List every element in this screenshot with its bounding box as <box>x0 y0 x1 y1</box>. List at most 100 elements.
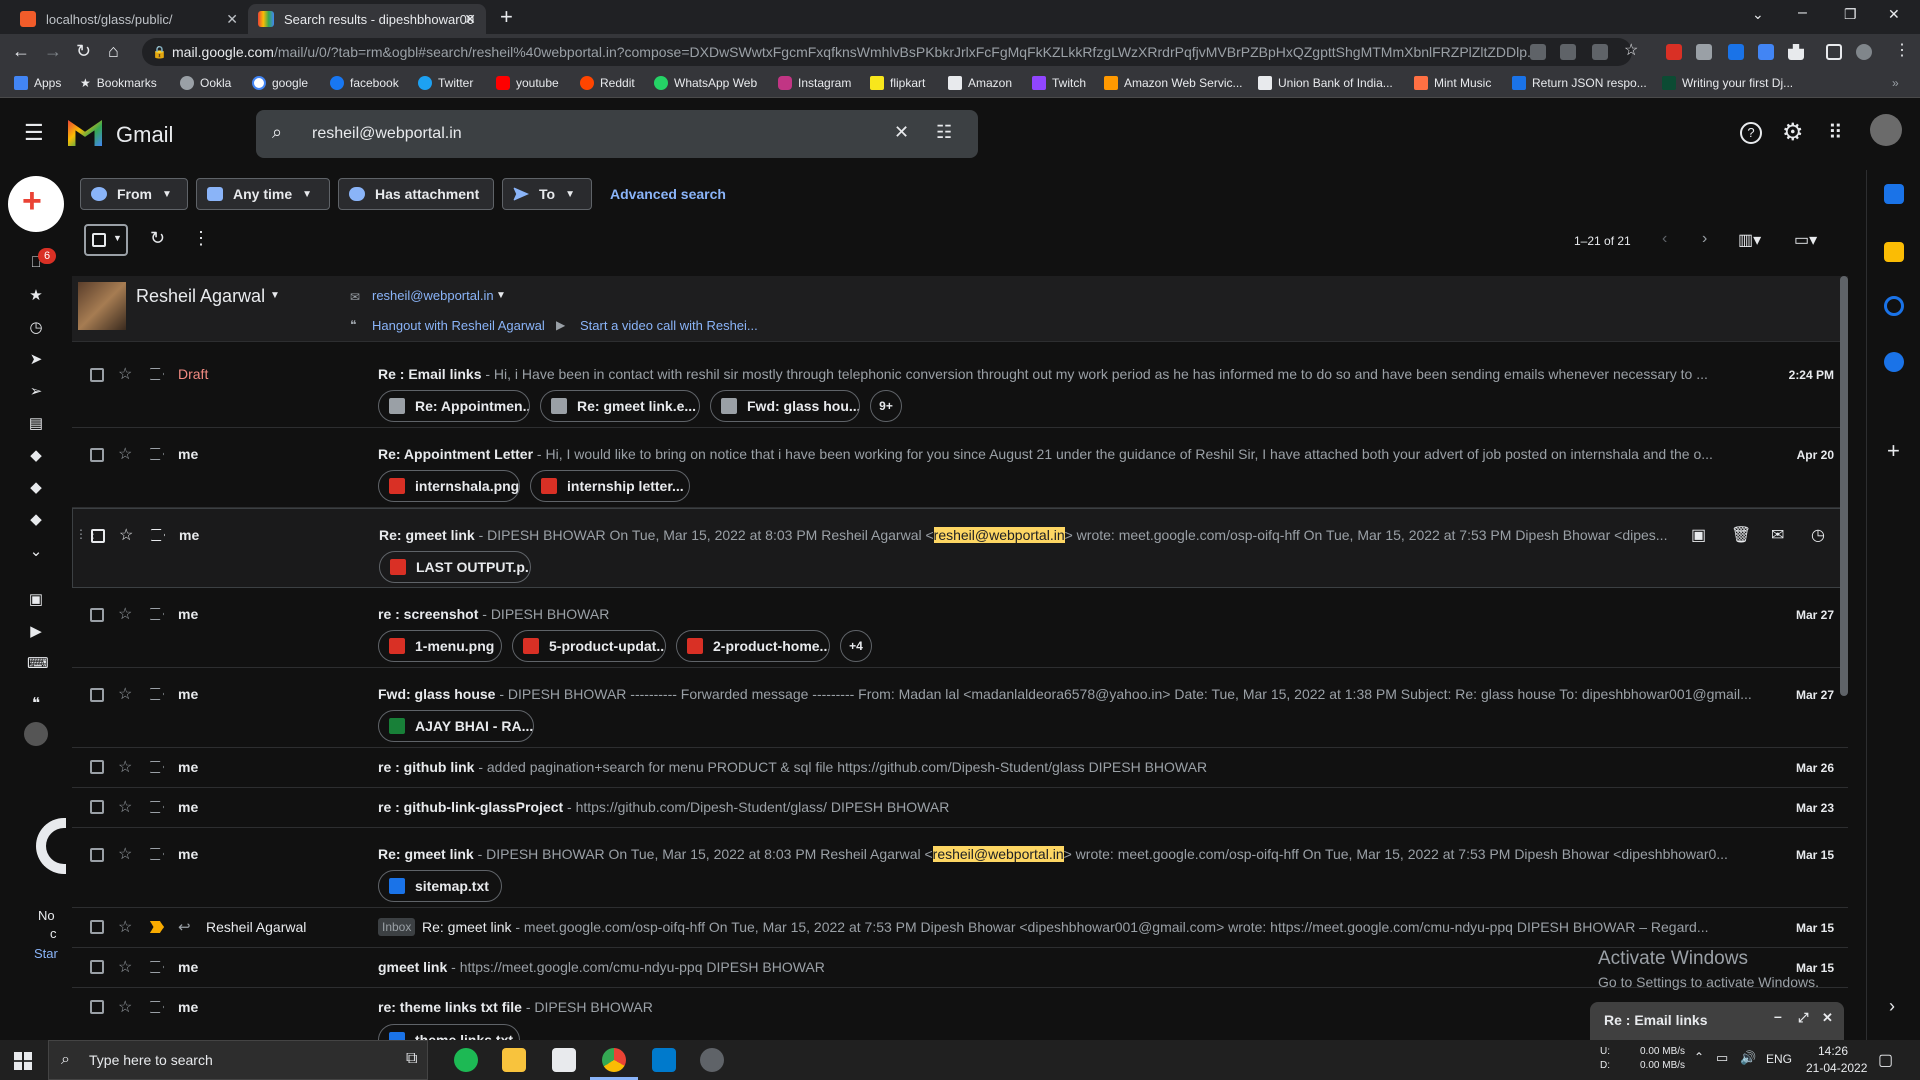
star-icon[interactable]: ☆ <box>118 684 132 704</box>
importance-marker-icon[interactable] <box>150 961 164 973</box>
star-icon[interactable]: ☆ <box>118 957 132 977</box>
tab-search-icon[interactable]: ⌄ <box>1752 6 1764 23</box>
row-checkbox[interactable] <box>90 760 104 774</box>
windows-start-icon[interactable] <box>14 1052 32 1070</box>
meet-video-icon[interactable]: ▶ <box>27 622 45 640</box>
inbox-label-badge[interactable]: Inbox <box>378 918 416 936</box>
row-checkbox[interactable] <box>91 529 105 543</box>
newer-chevron-left-icon[interactable]: ‹ <box>1662 230 1667 248</box>
clear-search-icon[interactable]: ✕ <box>894 122 909 143</box>
split-pane-icon[interactable]: ▥▾ <box>1738 230 1761 250</box>
tab-gmail[interactable]: Search results - dipeshbhowar00 ✕ <box>248 4 486 34</box>
email-row[interactable]: ☆ me re : screenshot - DIPESH BHOWAR Mar… <box>72 588 1848 668</box>
draft-window-title[interactable]: Re : Email links <box>1604 1012 1707 1028</box>
row-checkbox[interactable] <box>90 848 104 862</box>
extension-icon[interactable] <box>1696 44 1712 60</box>
translate-icon[interactable] <box>1758 44 1774 60</box>
get-addons-plus-icon[interactable]: + <box>1887 438 1900 464</box>
row-checkbox[interactable] <box>90 920 104 934</box>
importance-marker-icon[interactable] <box>150 608 164 620</box>
email-row[interactable]: ☆ me re : github-link-glassProject - htt… <box>72 788 1848 828</box>
attachment-chip[interactable]: LAST OUTPUT.p... <box>379 551 531 583</box>
archive-icon[interactable]: ▣ <box>1691 525 1706 545</box>
close-tab-icon[interactable]: ✕ <box>226 11 238 28</box>
home-icon[interactable]: ⌂ <box>108 41 119 62</box>
email-row[interactable]: ☆ me Re: gmeet link - DIPESH BHOWAR On T… <box>72 828 1848 908</box>
attachment-chip[interactable]: Fwd: glass hou... <box>710 390 860 422</box>
tracking-icon[interactable] <box>1560 44 1576 60</box>
contact-email-link[interactable]: resheil@webportal.in <box>372 288 494 303</box>
task-view-icon[interactable]: ⧉ <box>406 1050 417 1068</box>
importance-marker-icon[interactable] <box>150 801 164 813</box>
email-row[interactable]: ☆ ↩ Resheil Agarwal Inbox Re: gmeet link… <box>72 908 1848 948</box>
settings-gear-icon[interactable]: ⚙ <box>1782 118 1804 147</box>
any-time-filter-chip[interactable]: Any time ▼ <box>196 178 330 210</box>
show-panel-chevron-icon[interactable]: › <box>1889 996 1895 1017</box>
google-apps-icon[interactable]: ⠿ <box>1828 120 1843 145</box>
importance-marker-icon[interactable] <box>150 688 164 700</box>
search-options-icon[interactable]: ☷ <box>936 122 952 143</box>
bookmark-youtube[interactable]: youtube <box>496 76 559 90</box>
chrome-icon[interactable] <box>602 1048 626 1072</box>
bookmark-twitter[interactable]: Twitter <box>418 76 473 90</box>
importance-marker-icon[interactable] <box>150 761 164 773</box>
bookmark-bookmarks[interactable]: ★ Bookmarks <box>80 76 157 90</box>
side-panel-icon[interactable] <box>1826 44 1842 60</box>
chevron-down-icon[interactable]: ▼ <box>270 290 280 301</box>
star-icon[interactable]: ☆ <box>118 757 132 777</box>
url-field[interactable]: 🔒 mail.google.com/mail/u/0/?tab=rm&ogbl#… <box>142 38 1632 66</box>
label-icon[interactable]: ◆ <box>27 478 45 496</box>
attachment-chip[interactable]: 1-menu.png <box>378 630 502 662</box>
contact-avatar[interactable] <box>78 282 126 330</box>
email-row[interactable]: ☆ me gmeet link - https://meet.google.co… <box>72 948 1848 988</box>
attachment-chip[interactable]: Re: gmeet link.e... <box>540 390 700 422</box>
eye-icon[interactable] <box>1530 44 1546 60</box>
share-icon[interactable] <box>1592 44 1608 60</box>
label-icon[interactable]: ◆ <box>27 446 45 464</box>
email-row[interactable]: ☆ me re : github link - added pagination… <box>72 748 1848 788</box>
browser-menu-icon[interactable]: ⋮ <box>1894 40 1910 60</box>
bookmark-apps[interactable]: Apps <box>14 76 61 90</box>
notifications-icon[interactable]: ▢ <box>1878 1050 1893 1070</box>
extension-icon[interactable] <box>1728 44 1744 60</box>
account-avatar[interactable] <box>1870 114 1902 146</box>
close-tab-icon[interactable]: ✕ <box>464 11 476 28</box>
bookmark-flipkart[interactable]: flipkart <box>870 76 925 90</box>
meet-keyboard-icon[interactable]: ⌨ <box>27 654 49 672</box>
more-attachments-chip[interactable]: 9+ <box>870 390 902 422</box>
snooze-clock-icon[interactable]: ◷ <box>1811 525 1825 545</box>
mark-read-icon[interactable]: ✉ <box>1771 525 1784 545</box>
row-checkbox[interactable] <box>90 608 104 622</box>
star-icon[interactable]: ☆ <box>118 997 132 1017</box>
attachment-chip[interactable]: Re: Appointmen... <box>378 390 530 422</box>
more-actions-icon[interactable]: ⋮ <box>192 228 210 249</box>
email-row[interactable]: ☆ me re: theme links txt file - DIPESH B… <box>72 988 1848 1040</box>
importance-marker-icon[interactable] <box>150 921 164 933</box>
close-window-icon[interactable]: ✕ <box>1888 6 1900 23</box>
back-icon[interactable]: ← <box>12 41 30 62</box>
extensions-puzzle-icon[interactable] <box>1788 44 1804 60</box>
video-call-link[interactable]: Start a video call with Reshei... <box>580 318 758 333</box>
label-icon[interactable]: ◆ <box>27 510 45 528</box>
importance-marker-icon[interactable] <box>150 448 164 460</box>
bookmark-star-icon[interactable]: ☆ <box>1624 40 1638 60</box>
refresh-icon[interactable]: ↻ <box>150 228 165 249</box>
clock-date[interactable]: 21-04-2022 <box>1806 1061 1867 1075</box>
bookmark-amazon[interactable]: Amazon <box>948 76 1012 90</box>
star-icon[interactable]: ☆ <box>118 604 132 624</box>
taskbar-search-box[interactable]: ⌕ Type here to search <box>48 1040 428 1080</box>
star-icon[interactable]: ☆ <box>118 797 132 817</box>
app-icon[interactable] <box>700 1048 724 1072</box>
bookmark-union-bank[interactable]: Union Bank of India... <box>1258 76 1393 90</box>
contact-name[interactable]: Resheil Agarwal <box>136 286 265 307</box>
contacts-icon[interactable] <box>1884 352 1904 372</box>
bookmark-whatsapp[interactable]: WhatsApp Web <box>654 76 757 90</box>
restore-icon[interactable]: ❐ <box>1844 6 1857 23</box>
star-icon[interactable]: ☆ <box>118 917 132 937</box>
chevron-down-icon[interactable]: ▼ <box>496 290 506 301</box>
important-icon[interactable]: ➤ <box>27 350 45 368</box>
bookmark-return-json[interactable]: Return JSON respo... <box>1512 76 1647 90</box>
language-indicator[interactable]: ENG <box>1766 1052 1792 1066</box>
importance-marker-icon[interactable] <box>151 529 165 541</box>
star-icon[interactable]: ☆ <box>118 444 132 464</box>
